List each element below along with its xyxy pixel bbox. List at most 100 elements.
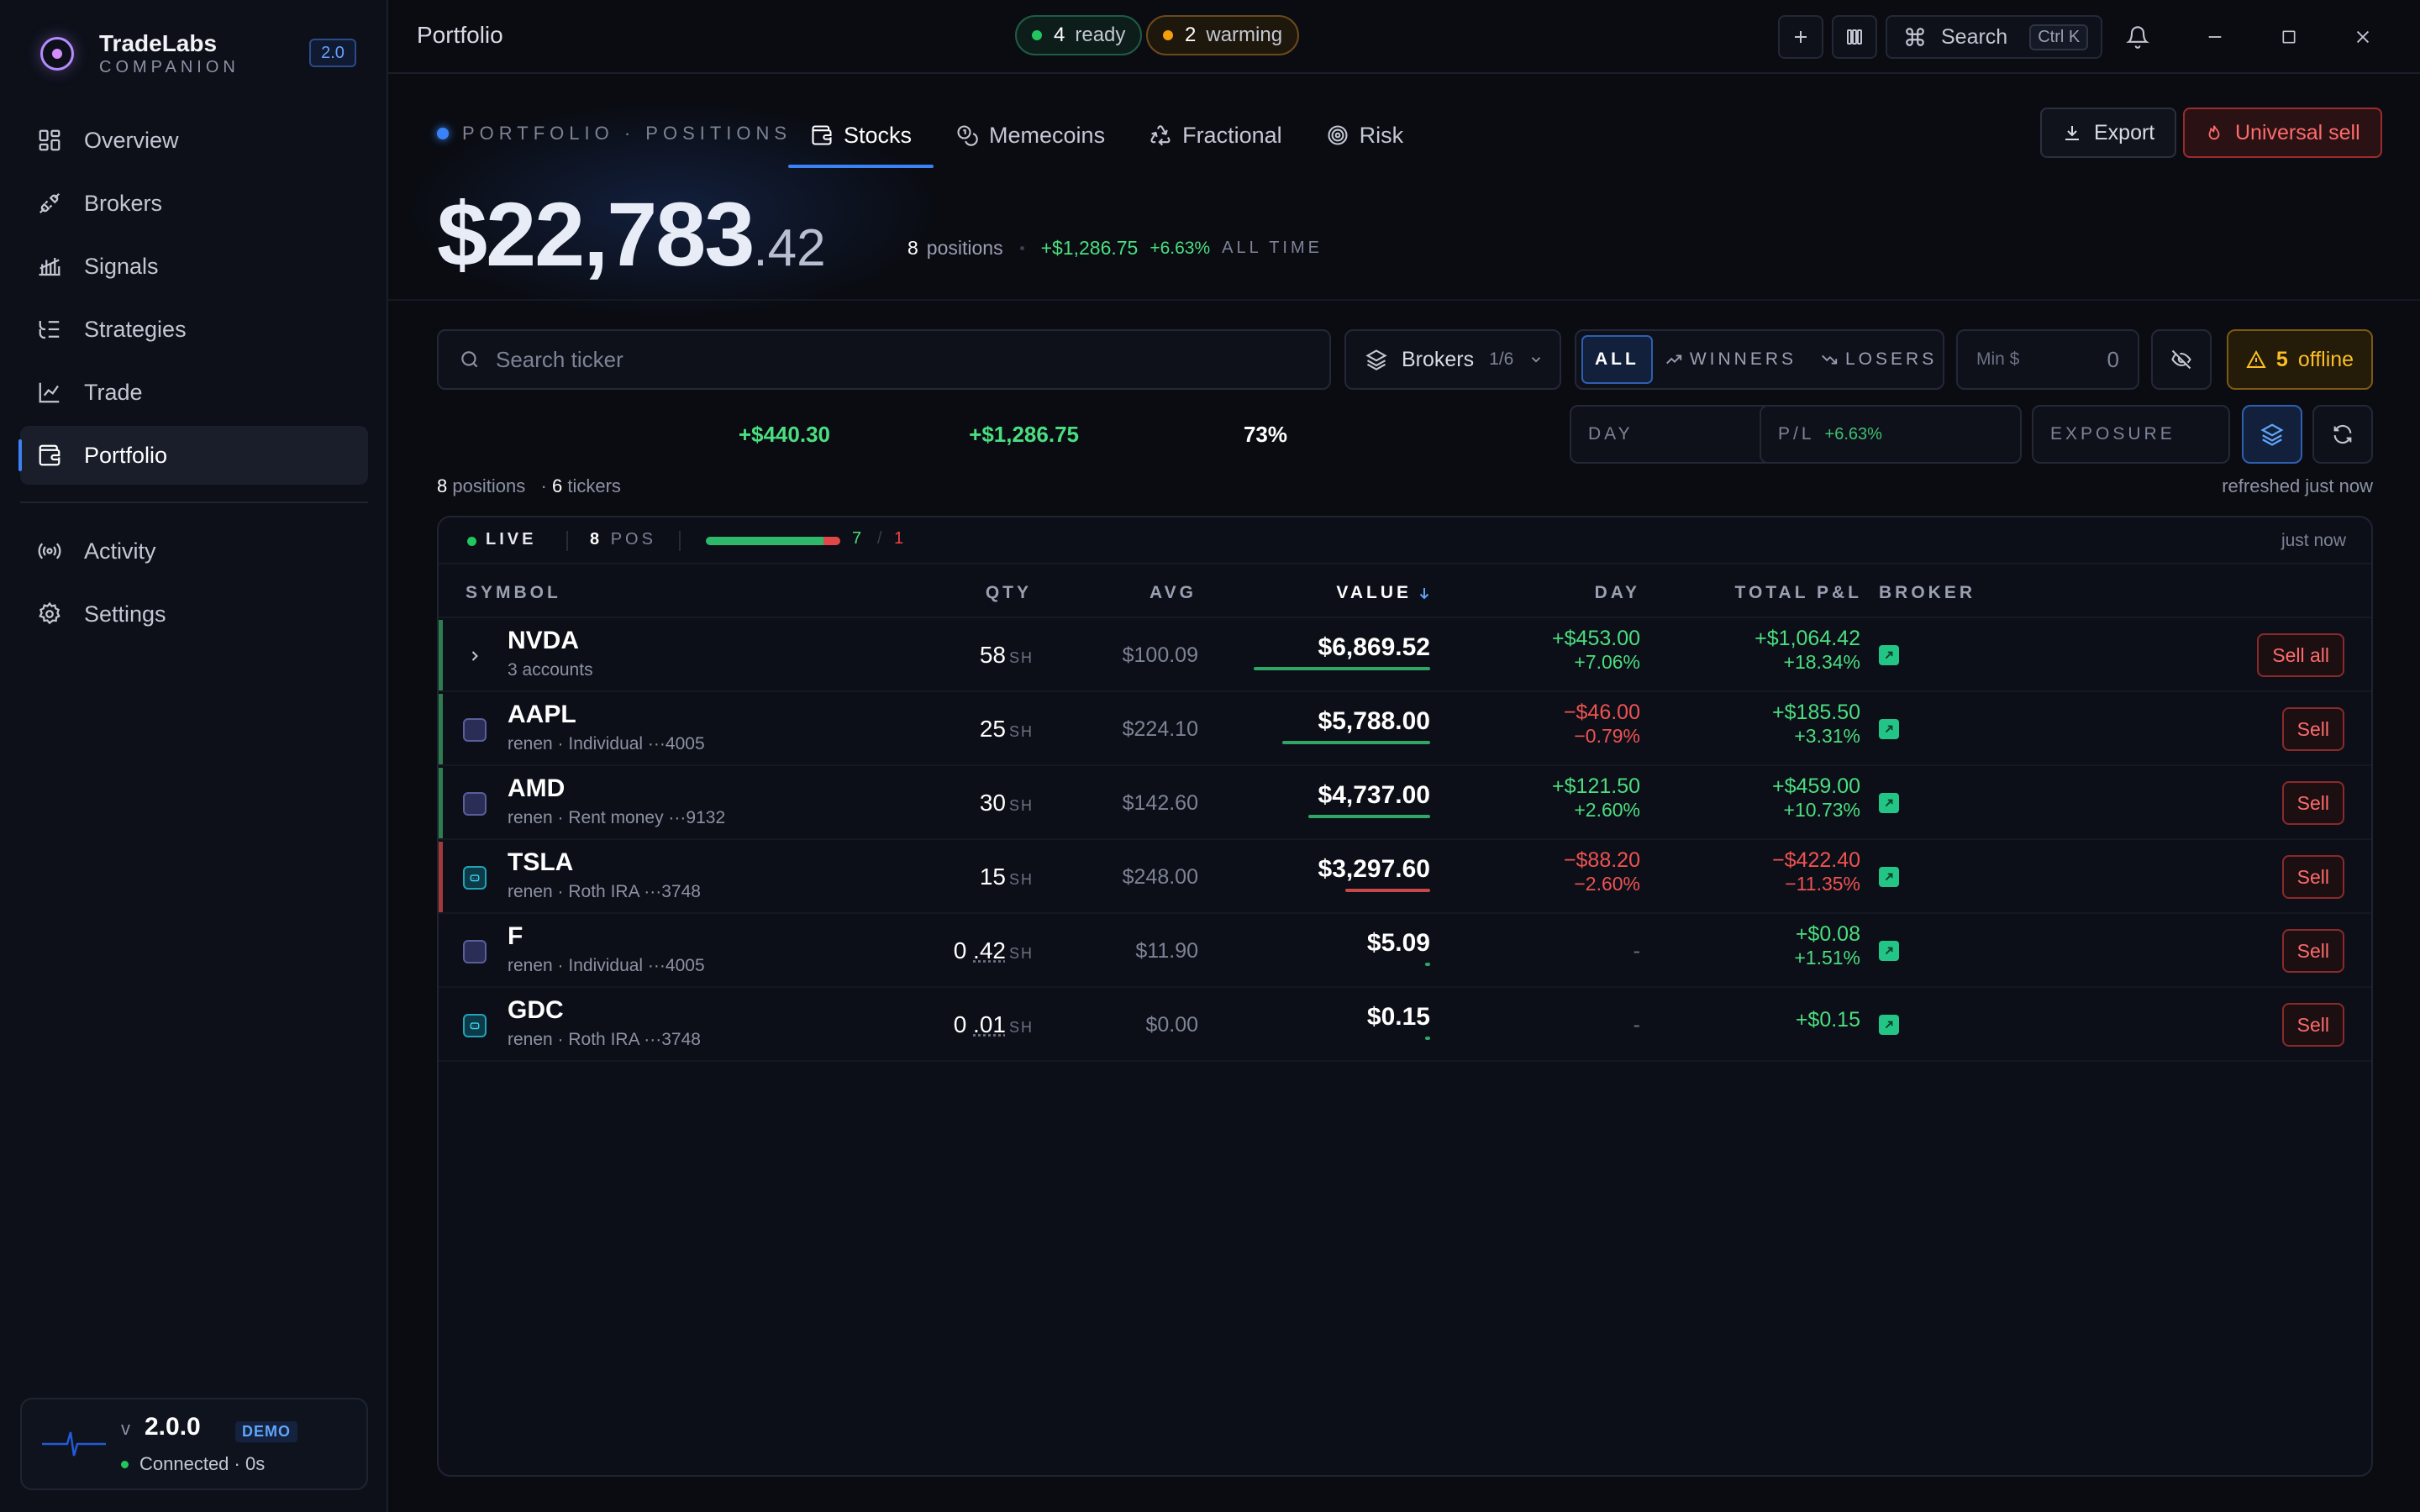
sidebar-item-settings[interactable]: Settings	[20, 585, 368, 643]
connection-status: Connected · 0s	[139, 1453, 266, 1474]
column-day[interactable]: DAY	[1595, 583, 1640, 603]
sidebar-item-activity[interactable]: Activity	[20, 522, 368, 580]
offline-label: offline	[2297, 347, 2354, 371]
broker-icon[interactable]	[1879, 941, 1899, 961]
sell-button[interactable]: Sell	[2281, 781, 2344, 825]
pulse-icon	[42, 1431, 106, 1457]
column-value[interactable]: VALUE	[1336, 583, 1432, 603]
table-row[interactable]: GDC renen · Roth IRA ···3748 0 .01 SH $0.00 $…	[439, 988, 2371, 1062]
broker-icon[interactable]	[1879, 867, 1899, 887]
sidebar-item-overview[interactable]: Overview	[20, 111, 368, 170]
brand[interactable]: TradeLabs COMPANION	[40, 30, 239, 77]
version-card[interactable]: v 2.0.0 DEMO Connected · 0s	[20, 1398, 368, 1490]
losers-fill	[823, 537, 840, 545]
sidebar-item-trade[interactable]: Trade	[20, 363, 368, 422]
sell-button[interactable]: Sell	[2281, 929, 2344, 973]
sell-button[interactable]: Sell all	[2257, 633, 2344, 677]
sell-button[interactable]: Sell	[2281, 855, 2344, 899]
export-button[interactable]: Export	[2040, 108, 2177, 158]
ticker-symbol: GDC	[508, 996, 564, 1024]
exposure-stat-label: EXPOSURE	[2050, 424, 2175, 444]
filter-label: WINNERS	[1689, 349, 1797, 369]
search-ticker-input[interactable]: Search ticker	[437, 329, 1331, 390]
min-value-input[interactable]: Min $ 0	[1956, 329, 2139, 390]
export-label: Export	[2094, 120, 2155, 144]
day-change: -	[1633, 939, 1640, 963]
warming-status-pill[interactable]: 2 warming	[1146, 15, 1300, 55]
column-broker[interactable]: BROKER	[1879, 583, 1975, 603]
close-icon	[2356, 30, 2370, 44]
column-total-pnl[interactable]: TOTAL P&L	[1735, 583, 1863, 603]
sidebar-item-portfolio[interactable]: Portfolio	[18, 426, 368, 485]
value-share-bar	[1254, 667, 1430, 670]
sidebar-item-signals[interactable]: Signals	[20, 237, 368, 296]
tab-label: Fractional	[1182, 122, 1282, 148]
broker-icon[interactable]	[1879, 645, 1899, 665]
divider	[566, 531, 568, 551]
quantity-fraction: .01	[973, 1011, 1006, 1037]
day-change-percent: −0.79%	[1574, 725, 1640, 747]
offline-brokers-button[interactable]: 5 offline	[2227, 329, 2373, 390]
universal-sell-button[interactable]: Universal sell	[2183, 108, 2382, 158]
sell-button[interactable]: Sell	[2281, 707, 2344, 751]
broker-icon[interactable]	[1879, 1015, 1899, 1035]
broker-icon[interactable]	[1879, 719, 1899, 739]
group-view-button[interactable]	[2242, 405, 2302, 464]
quantity: 30 SH	[980, 790, 1034, 816]
refresh-button[interactable]	[2312, 405, 2373, 464]
tab-memecoins[interactable]: Memecoins	[934, 106, 1127, 165]
column-qty[interactable]: QTY	[986, 583, 1032, 603]
row-select[interactable]	[462, 939, 487, 964]
layers-icon	[2260, 423, 2284, 446]
sidebar: TradeLabs COMPANION 2.0 Overview Brokers…	[0, 0, 388, 1512]
expand-row-button[interactable]	[462, 643, 487, 669]
tab-fractional[interactable]: Fractional	[1127, 106, 1304, 165]
table-row[interactable]: AMD renen · Rent money ···9132 30 SH $142.60…	[439, 766, 2371, 840]
row-select[interactable]	[462, 717, 487, 743]
day-change: +$121.50 +2.60%	[1552, 774, 1640, 822]
row-select[interactable]	[462, 1013, 487, 1038]
day-change: -	[1633, 1013, 1640, 1037]
close-button[interactable]	[2348, 22, 2378, 52]
pos-count: 8	[590, 530, 603, 549]
command-search-button[interactable]: Search Ctrl K	[1886, 15, 2102, 59]
maximize-button[interactable]	[2274, 22, 2304, 52]
notifications-button[interactable]	[2123, 22, 2153, 52]
filter-winners[interactable]: WINNERS	[1653, 335, 1808, 384]
row-select[interactable]	[462, 865, 487, 890]
day-change-amount: +$121.50	[1552, 774, 1640, 798]
filter-losers[interactable]: LOSERS	[1808, 335, 1949, 384]
day-change: −$88.20 −2.60%	[1564, 848, 1640, 895]
filter-label: ALL	[1595, 349, 1639, 369]
table-row[interactable]: NVDA 3 accounts 58 SH $100.09 $6,869.52 +$453.…	[439, 618, 2371, 692]
account-label: renen · Individual ···4005	[508, 956, 705, 975]
sell-button[interactable]: Sell	[2281, 1003, 2344, 1047]
account-label: renen · Individual ···4005	[508, 734, 705, 753]
search-shortcut: Ctrl K	[2029, 24, 2089, 50]
table-row[interactable]: TSLA renen · Roth IRA ···3748 15 SH $248.00 $…	[439, 840, 2371, 914]
minimize-button[interactable]	[2200, 22, 2230, 52]
portfolio-total-value: $22,783.42	[437, 181, 826, 286]
row-select[interactable]	[462, 791, 487, 816]
positions-count: 8	[437, 475, 448, 496]
column-symbol[interactable]: SYMBOL	[466, 583, 561, 603]
broker-icon[interactable]	[1879, 793, 1899, 813]
day-change-amount: +$453.00	[1552, 627, 1640, 650]
gear-icon	[39, 601, 60, 625]
brokers-dropdown[interactable]: Brokers 1/6	[1344, 329, 1561, 390]
table-row[interactable]: Frenen · Individual ···4005 0 .42 SH $11.90…	[439, 914, 2371, 988]
column-avg[interactable]: AVG	[1150, 583, 1197, 603]
sidebar-item-brokers[interactable]: Brokers	[20, 174, 368, 233]
ready-status-pill[interactable]: 4 ready	[1015, 15, 1143, 55]
chart-line-icon	[39, 382, 60, 403]
table-row[interactable]: AAPL renen · Individual ···4005 25 SH $224.1…	[439, 692, 2371, 766]
tab-risk[interactable]: Risk	[1304, 106, 1426, 165]
filter-all[interactable]: ALL	[1581, 335, 1653, 384]
add-button[interactable]	[1778, 15, 1823, 59]
ready-count: 4	[1054, 24, 1065, 46]
tab-stocks[interactable]: Stocks	[788, 106, 934, 168]
quantity-unit: SH	[1008, 723, 1034, 740]
sidebar-item-strategies[interactable]: Strategies	[20, 300, 368, 359]
hide-values-button[interactable]	[2151, 329, 2212, 390]
columns-button[interactable]	[1832, 15, 1877, 59]
